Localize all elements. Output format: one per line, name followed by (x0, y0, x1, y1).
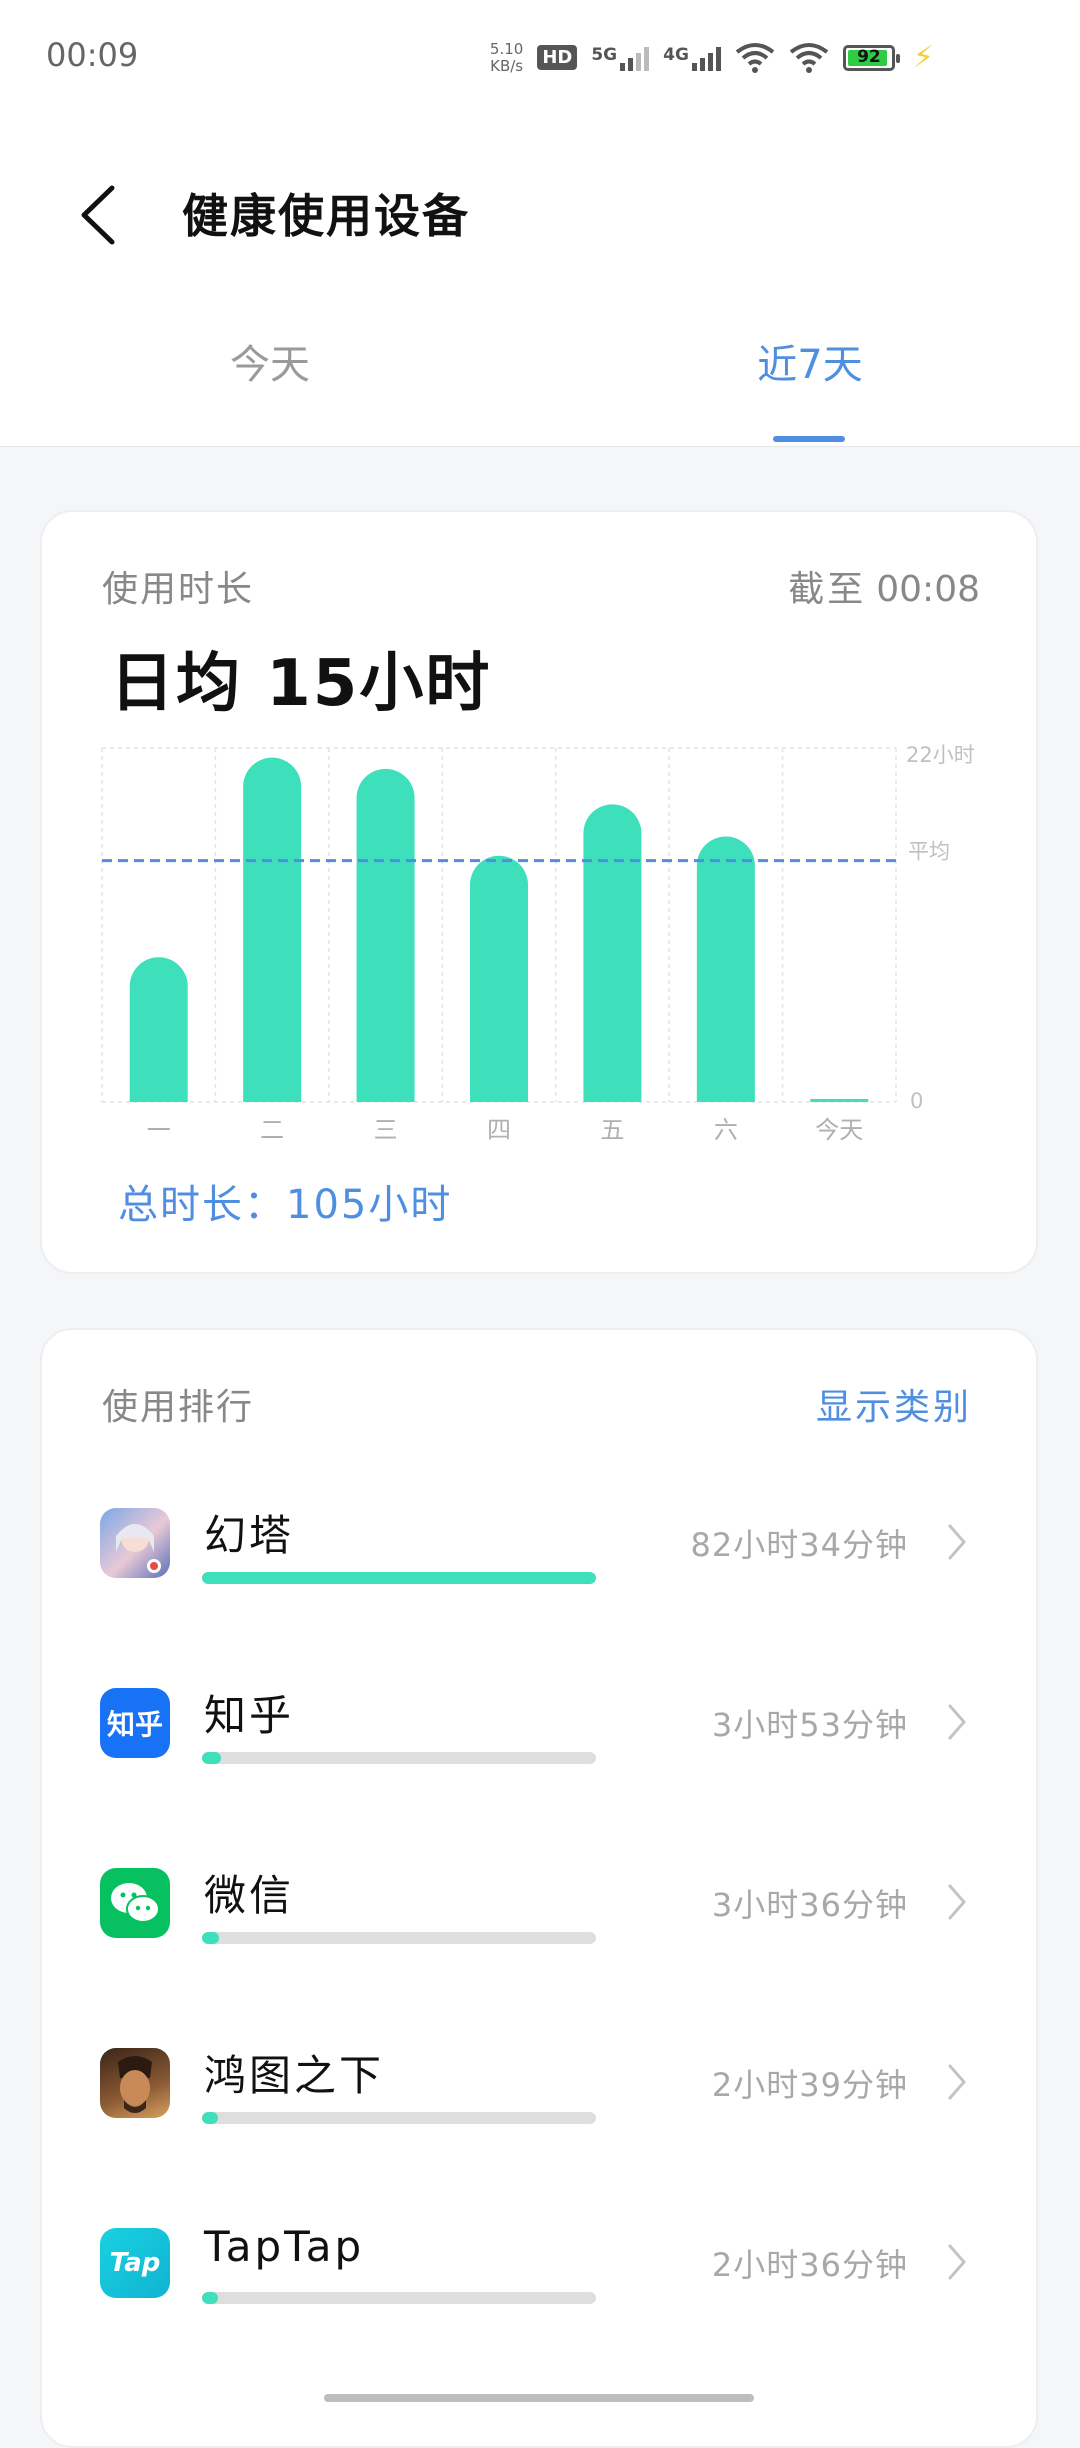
chevron-right-icon (948, 1884, 966, 1920)
sim2-label: 4G (663, 44, 689, 65)
app-name: 微信 (204, 1871, 295, 1920)
tower-of-fantasy-icon (100, 1508, 170, 1578)
app-usage-time: 3小时36分钟 (711, 1886, 908, 1924)
network-speed: 5.10 KB/s (489, 39, 524, 75)
chart-bar (696, 836, 755, 1102)
signal-5g-icon: 5G (591, 44, 650, 71)
x-tick-label: 今天 (815, 1116, 863, 1144)
ranking-label: 使用排行 (102, 1387, 255, 1428)
chart-bar (810, 1099, 869, 1102)
chevron-right-icon (948, 1704, 966, 1740)
status-icons: 5.10 KB/s HD 5G 4G 92 ⚡ (490, 40, 934, 75)
sim1-label: 5G (591, 44, 618, 65)
usage-bar-fill (202, 2112, 218, 2124)
app-usage-time: 3小时53分钟 (711, 1706, 908, 1744)
usage-bar-fill (202, 2292, 218, 2304)
zhihu-icon: 知乎 (100, 1688, 170, 1758)
status-time: 00:09 (46, 36, 139, 74)
app-row-taptap[interactable]: Tap TapTap 2小时36分钟 (42, 2208, 1038, 2358)
chart-bar (356, 768, 415, 1102)
net-speed-value: 5.10 (489, 39, 524, 58)
status-bar: 00:09 5.10 KB/s HD 5G 4G 92 ⚡ (0, 0, 1080, 110)
tab-today[interactable]: 今天 (120, 332, 420, 390)
usage-bar-track (202, 2292, 596, 2304)
usage-bar-track (202, 1572, 596, 1584)
taptap-icon-text: Tap (109, 2248, 161, 2278)
app-name: 知乎 (204, 1691, 295, 1740)
wechat-icon (100, 1868, 170, 1938)
wifi-icon (789, 42, 829, 74)
x-tick-label: 二 (260, 1116, 284, 1144)
usage-bar-track (202, 1752, 596, 1764)
back-arrow-icon[interactable] (72, 180, 126, 250)
x-tick-label: 一 (147, 1116, 171, 1144)
app-usage-time: 82小时34分钟 (690, 1526, 908, 1564)
app-row-hongtu[interactable]: 鸿图之下 2小时39分钟 (42, 2028, 1038, 2178)
usage-duration-card: 使用时长 截至 00:08 日均 15小时 一二三四五六今天 22小时 平均 0 总时长… (40, 510, 1038, 1274)
y-tick-min: 0 (910, 1089, 923, 1113)
page-title: 健康使用设备 (182, 189, 470, 243)
total-duration: 总时长：105小时 (118, 1182, 453, 1228)
hongtu-icon (100, 2048, 170, 2118)
usage-bar-fill (202, 1932, 220, 1944)
app-row-wechat[interactable]: 微信 3小时36分钟 (42, 1848, 1038, 1998)
chevron-right-icon (948, 2064, 966, 2100)
app-row-zhihu[interactable]: 知乎 知乎 3小时53分钟 (42, 1668, 1038, 1818)
y-tick-max: 22小时 (906, 743, 975, 767)
usage-bar-fill (202, 1572, 596, 1584)
home-indicator[interactable] (324, 2394, 754, 2402)
app-usage-time: 2小时36分钟 (711, 2246, 908, 2284)
usage-bar-chart: 一 二 三 四 五 六 今天 22小时平均 0 (101, 743, 975, 1144)
usage-bar-track (202, 2112, 596, 2124)
chevron-right-icon (948, 1524, 966, 1560)
page-header: 健康使用设备 今天 近7天 (0, 110, 1080, 447)
tab-last-7-days[interactable]: 近7天 (660, 332, 960, 390)
app-row-huanta[interactable]: 幻塔 82小时34分钟 (42, 1488, 1038, 1638)
x-tick-label: 三 (374, 1116, 398, 1144)
average-label: 平均 (908, 840, 950, 864)
battery-level: 92 (857, 46, 881, 67)
chart-bar (470, 855, 528, 1102)
active-tab-indicator (773, 436, 845, 442)
battery-icon: 92 (842, 44, 900, 71)
signal-4g-icon: 4G (663, 45, 721, 71)
hd-voice-icon: HD (537, 45, 578, 70)
x-tick-label: 四 (487, 1116, 511, 1144)
usage-bar-fill (202, 1752, 221, 1764)
usage-bar-track (202, 1932, 596, 1944)
usage-ranking-card: 使用排行 显示类别 幻塔 82小时34分钟 知乎 知乎 3小时53分钟 微信 3… (40, 1328, 1038, 2448)
wifi-plus-icon (735, 42, 775, 74)
chart-bar (243, 757, 302, 1102)
chart-bar (129, 957, 188, 1102)
app-name: 幻塔 (204, 1511, 295, 1560)
zhihu-icon-text: 知乎 (106, 1708, 163, 1741)
net-speed-unit: KB/s (490, 56, 524, 75)
app-usage-time: 2小时39分钟 (711, 2066, 908, 2104)
x-tick-label: 六 (714, 1116, 738, 1144)
taptap-icon: Tap (100, 2228, 170, 2298)
show-category-button[interactable]: 显示类别 (816, 1378, 972, 1430)
charging-icon: ⚡ (912, 40, 934, 75)
app-name: 鸿图之下 (204, 2051, 385, 2100)
chart-bar (583, 804, 642, 1102)
x-tick-label: 五 (600, 1116, 624, 1144)
app-name: TapTap (204, 2222, 365, 2271)
chevron-right-icon (948, 2244, 966, 2280)
